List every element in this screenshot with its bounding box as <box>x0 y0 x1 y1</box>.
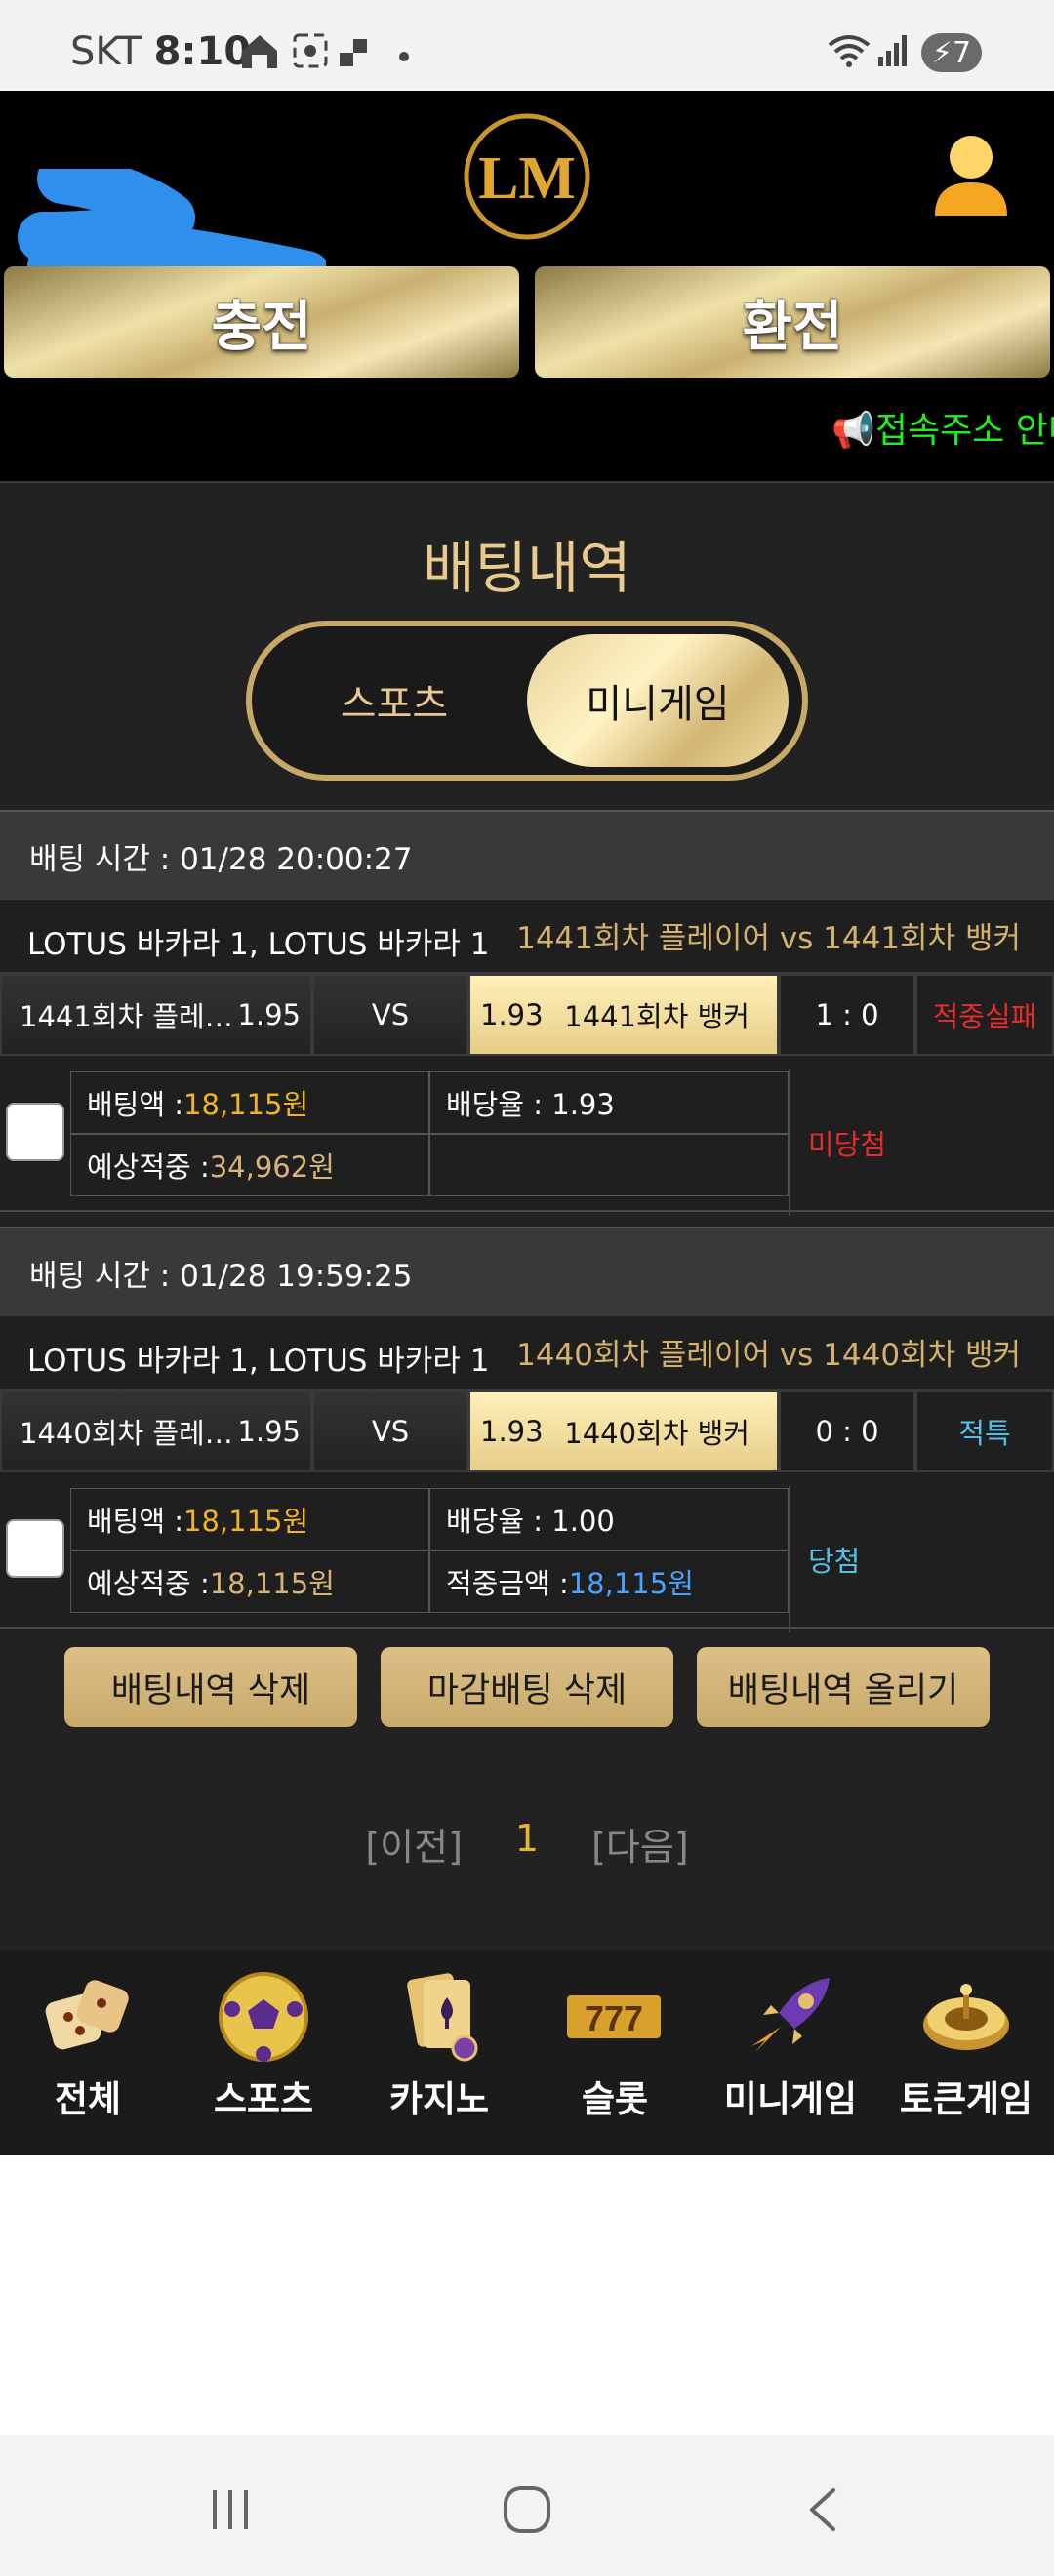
bet-select-checkbox[interactable] <box>6 1103 64 1161</box>
android-nav-bar <box>0 2435 1054 2576</box>
nav-label: 스포츠 <box>213 2078 314 2120</box>
home-name: 1441회차 플레… <box>20 1000 233 1033</box>
home-icon <box>242 35 277 68</box>
roulette-icon <box>923 1984 1009 2050</box>
cards-icon <box>407 1973 478 2062</box>
home-odd: 1.95 <box>237 1415 301 1448</box>
result-cell: 적특 <box>915 1390 1054 1472</box>
win-amount: 적중금액 : 18,115원 <box>429 1550 789 1613</box>
bet-detail: 배팅액 : 18,115원 배당율 : 1.93 예상적중 : 34,962원 … <box>0 1056 1054 1216</box>
tab-sports[interactable]: 스포츠 <box>267 634 521 767</box>
nav-all[interactable]: 전체 <box>0 1951 176 2155</box>
nav-label: 카지노 <box>388 2078 490 2120</box>
dice-icon <box>45 1980 129 2050</box>
page-title: 배팅내역 <box>423 535 631 601</box>
next-page-link[interactable]: [다음] <box>591 1817 689 1871</box>
nav-label: 슬롯 <box>581 2078 649 2120</box>
site-header: LM 충전 환전 📢접속주소 안내 <box>0 91 1054 481</box>
expected-win: 예상적중 : 18,115원 <box>70 1550 429 1613</box>
match-teams: 1440회차 플레이어 vs 1440회차 뱅커 <box>516 1338 1021 1373</box>
delete-history-button[interactable]: 배팅내역 삭제 <box>64 1647 357 1727</box>
current-page[interactable]: 1 <box>515 1817 539 1871</box>
odds-row: 1440회차 플레… 1.95 VS 1.93 1440회차 뱅커 0 : 0 적특 <box>0 1390 1054 1472</box>
signal-icon <box>878 35 907 66</box>
odds-rate: 배당율 : 1.00 <box>429 1488 789 1550</box>
bottom-category-nav: 전체 스포츠 카지노 777 슬롯 미니게임 토큰게임 <box>0 1951 1054 2155</box>
bet-amount: 배팅액 : 18,115원 <box>70 1071 429 1134</box>
nav-label: 미니게임 <box>723 2078 858 2120</box>
soccer-ball-icon <box>219 1972 308 2062</box>
result-cell: 적중실패 <box>915 974 1054 1056</box>
site-logo[interactable]: LM <box>459 108 595 245</box>
odds-rate: 배당율 : 1.93 <box>429 1071 789 1134</box>
nav-token-game[interactable]: 토큰게임 <box>878 1951 1054 2155</box>
bet-detail: 배팅액 : 18,115원 배당율 : 1.00 예상적중 : 18,115원 … <box>0 1472 1054 1632</box>
tab-minigame[interactable]: 미니게임 <box>527 634 789 767</box>
slot-777-icon: 777 <box>567 1995 661 2038</box>
bet-amount: 배팅액 : 18,115원 <box>70 1488 429 1550</box>
exchange-button[interactable]: 환전 <box>535 266 1050 378</box>
win-amount <box>429 1134 789 1196</box>
screenshot-icon <box>293 33 328 68</box>
app-notification-icon <box>340 39 367 66</box>
nav-minigame[interactable]: 미니게임 <box>703 1951 878 2155</box>
away-name: 1440회차 뱅커 <box>564 1417 750 1450</box>
recent-apps-icon[interactable] <box>207 2484 256 2533</box>
bet-status: 당첨 <box>789 1486 1054 1632</box>
score-cell: 1 : 0 <box>779 974 915 1056</box>
away-name: 1441회차 뱅커 <box>564 1000 750 1033</box>
home-odd-cell: 1441회차 플레… 1.95 <box>0 974 312 1056</box>
away-odd-cell-selected: 1.93 1440회차 뱅커 <box>468 1390 779 1472</box>
svg-text:LM: LM <box>478 145 576 212</box>
charge-button[interactable]: 충전 <box>4 266 519 378</box>
history-type-toggle: 스포츠 미니게임 <box>246 621 808 781</box>
svg-text:777: 777 <box>585 1998 643 2038</box>
bet-time-header: 배팅 시간 : 01/28 19:59:25 <box>0 1227 1054 1316</box>
away-odd: 1.93 <box>480 1415 544 1448</box>
home-nav-icon[interactable] <box>500 2484 554 2539</box>
bet-history-panel: 배팅내역 스포츠 미니게임 배팅 시간 : 01/28 20:00:27 LOT… <box>0 481 1054 1951</box>
back-icon[interactable] <box>798 2484 847 2539</box>
status-bar: SKT 8:10 ⚡ 7 <box>0 0 1054 91</box>
league-name: LOTUS 바카라 1, LOTUS 바카라 1 <box>27 927 490 962</box>
delete-closed-bets-button[interactable]: 마감배팅 삭제 <box>381 1647 673 1727</box>
nav-casino[interactable]: 카지노 <box>351 1951 527 2155</box>
vs-cell: VS <box>312 1390 468 1472</box>
league-name: LOTUS 바카라 1, LOTUS 바카라 1 <box>27 1344 490 1379</box>
bet-time-header: 배팅 시간 : 01/28 20:00:27 <box>0 810 1054 900</box>
pagination: [이전] 1 [다음] <box>0 1817 1054 1871</box>
away-odd-cell-selected: 1.93 1441회차 뱅커 <box>468 974 779 1056</box>
prev-page-link[interactable]: [이전] <box>365 1817 463 1871</box>
home-odd: 1.95 <box>237 998 301 1031</box>
bet-select-checkbox[interactable] <box>6 1519 64 1578</box>
away-odd: 1.93 <box>480 998 544 1031</box>
rocket-icon <box>751 1978 830 2052</box>
user-profile-icon[interactable] <box>929 130 1013 220</box>
odds-row: 1441회차 플레… 1.95 VS 1.93 1441회차 뱅커 1 : 0 적중… <box>0 974 1054 1056</box>
more-dot-icon <box>399 52 409 61</box>
score-cell: 0 : 0 <box>779 1390 915 1472</box>
vs-cell: VS <box>312 974 468 1056</box>
bet-status: 미당첨 <box>789 1069 1054 1216</box>
expected-win: 예상적중 : 34,962원 <box>70 1134 429 1196</box>
match-info-row: LOTUS 바카라 1, LOTUS 바카라 1 1441회차 플레이어 vs … <box>0 900 1054 974</box>
match-teams: 1441회차 플레이어 vs 1441회차 뱅커 <box>516 921 1021 956</box>
home-name: 1440회차 플레… <box>20 1417 233 1450</box>
nav-label: 전체 <box>54 2078 122 2120</box>
nav-slot[interactable]: 777 슬롯 <box>527 1951 703 2155</box>
notice-marquee[interactable]: 📢접속주소 안내 <box>831 402 1054 453</box>
nav-sports[interactable]: 스포츠 <box>176 1951 351 2155</box>
battery-icon: ⚡ 7 <box>921 33 982 72</box>
nav-label: 토큰게임 <box>899 2078 1034 2120</box>
status-carrier-time: SKT 8:10 <box>70 29 252 74</box>
post-history-button[interactable]: 배팅내역 올리기 <box>697 1647 990 1727</box>
wifi-icon <box>828 35 871 67</box>
match-info-row: LOTUS 바카라 1, LOTUS 바카라 1 1440회차 플레이어 vs … <box>0 1316 1054 1390</box>
home-odd-cell: 1440회차 플레… 1.95 <box>0 1390 312 1472</box>
